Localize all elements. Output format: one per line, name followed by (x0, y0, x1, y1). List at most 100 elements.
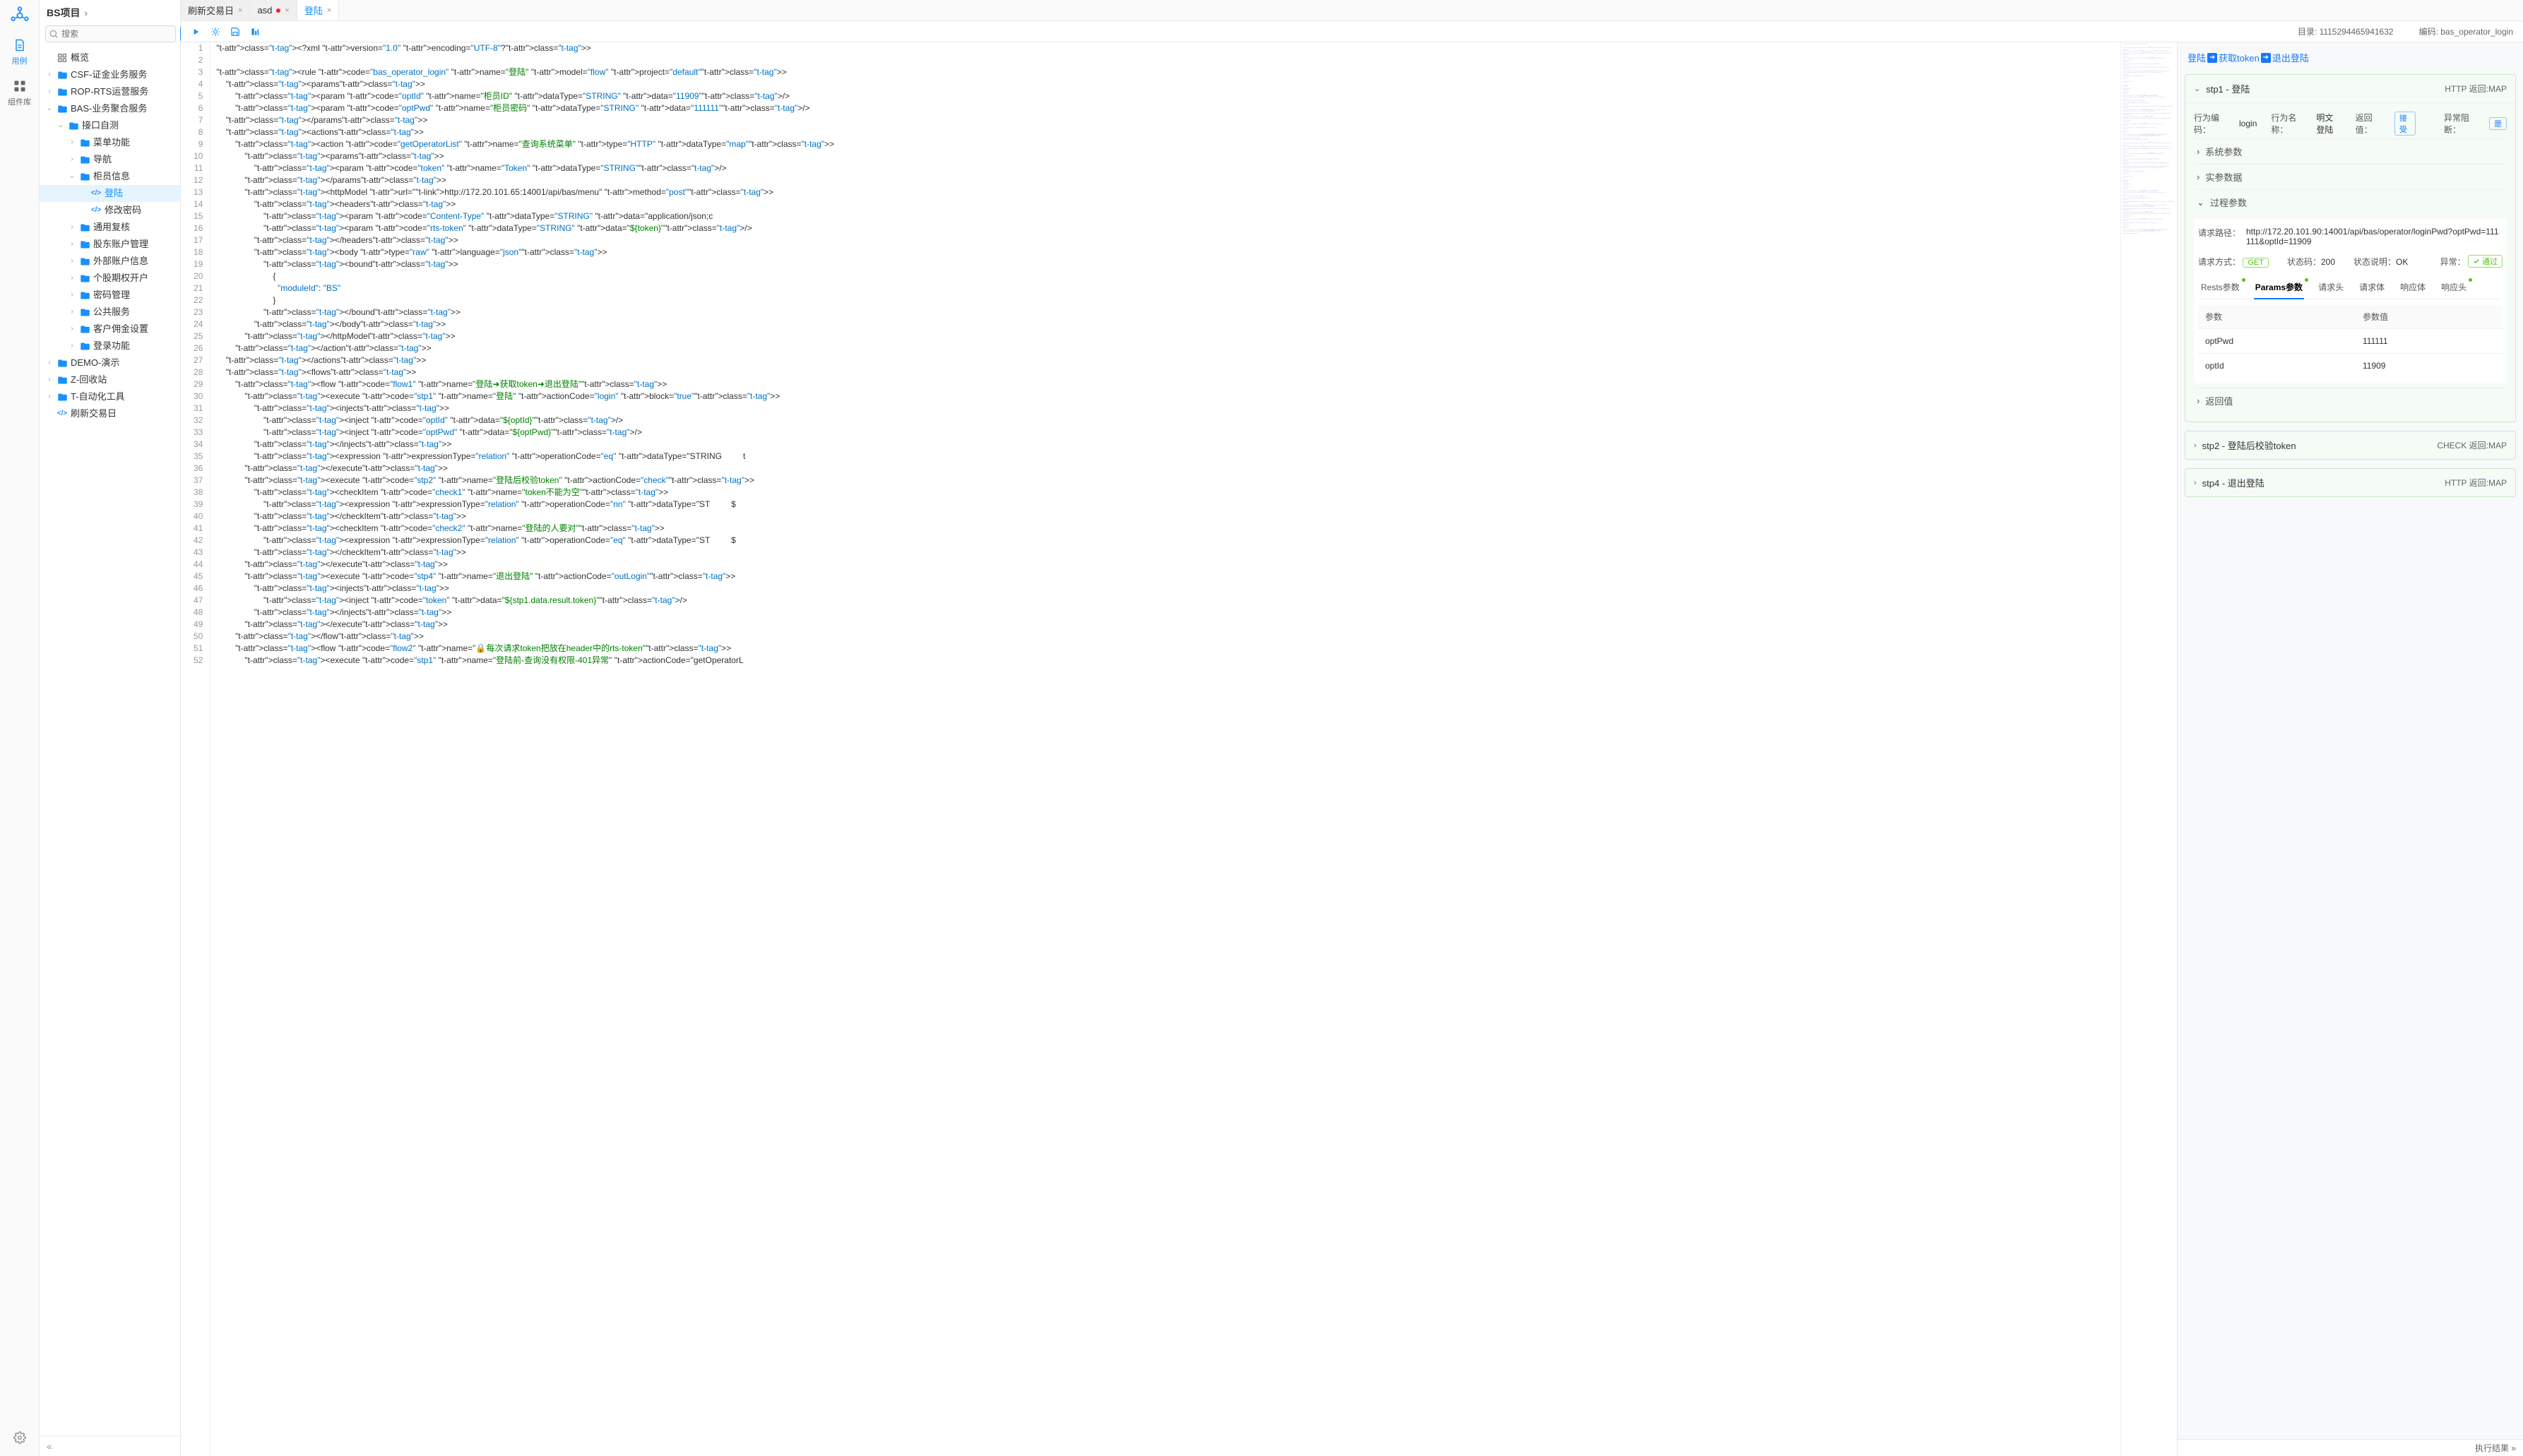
debug-button[interactable] (210, 27, 220, 37)
tree-item[interactable]: ›T-自动化工具 (40, 388, 180, 405)
tree-item[interactable]: ⌄BAS-业务聚合服务 (40, 100, 180, 117)
main: 刷新交易日×asd×登陆× 目录: 1115294465941632 编码: b… (181, 0, 2523, 1456)
run-button[interactable] (191, 27, 201, 37)
tree-label: 刷新交易日 (71, 407, 117, 421)
status-msg: OK (2396, 257, 2408, 267)
code-editor[interactable]: 1234567891011121314151617181920212223242… (181, 42, 2177, 1456)
code-meta: 编码: bas_operator_login (2419, 25, 2513, 37)
folder-icon (79, 273, 90, 284)
folder-icon (79, 256, 90, 267)
tree-item[interactable]: </>刷新交易日 (40, 405, 180, 422)
tree-label: T-自动化工具 (71, 390, 125, 404)
tree-item[interactable]: 概览 (40, 49, 180, 66)
overview-icon (57, 52, 68, 64)
dir-meta: 目录: 1115294465941632 (2298, 25, 2394, 37)
tree-label: BAS-业务聚合服务 (71, 102, 147, 116)
sidebar: BS项目 › 概览›CSF-证金业务服务›ROP-RTS运营服务⌄BAS-业务聚… (40, 0, 181, 1456)
tree-item[interactable]: ›ROP-RTS运营服务 (40, 83, 180, 100)
tree-item[interactable]: ›公共服务 (40, 304, 180, 321)
status-code: 200 (2321, 257, 2335, 267)
tree-item[interactable]: ›通用复核 (40, 219, 180, 236)
project-title[interactable]: BS项目 › (40, 0, 180, 25)
tree-item[interactable]: </>登陆 (40, 185, 180, 202)
folder-icon (79, 306, 90, 318)
nav-tree: 概览›CSF-证金业务服务›ROP-RTS运营服务⌄BAS-业务聚合服务⌄接口自… (40, 47, 180, 1436)
tree-label: 修改密码 (105, 203, 141, 217)
tree-label: 公共服务 (93, 305, 130, 319)
tree-label: 菜单功能 (93, 136, 130, 150)
exception-pill: 通过 (2468, 255, 2503, 268)
sidebar-collapse[interactable]: « (40, 1436, 180, 1456)
tab-res-body[interactable]: 响应体 (2399, 277, 2427, 299)
folder-icon (68, 120, 79, 131)
tree-item[interactable]: ›股东账户管理 (40, 236, 180, 253)
result-footer[interactable]: 执行结果 » (2178, 1439, 2523, 1456)
tree-label: 客户佣金设置 (93, 322, 148, 336)
tab-rests[interactable]: Rests参数 (2200, 277, 2241, 299)
tree-item[interactable]: ›外部账户信息 (40, 253, 180, 270)
step-header-stp4[interactable]: › stp4 - 退出登陆HTTP 返回:MAP (2185, 469, 2515, 496)
folder-icon (79, 239, 90, 250)
code-icon: </> (90, 188, 102, 199)
tree-item[interactable]: ›个股期权开户 (40, 270, 180, 287)
tab-res-header[interactable]: 响应头 (2440, 277, 2468, 299)
tree-label: 接口自测 (82, 119, 119, 133)
tab-req-body[interactable]: 请求体 (2358, 277, 2386, 299)
tree-item[interactable]: ›菜单功能 (40, 134, 180, 151)
tree-item[interactable]: ›DEMO-演示 (40, 354, 180, 371)
folder-icon (57, 357, 68, 369)
left-rail: 用例 组件库 (0, 0, 40, 1456)
tree-item[interactable]: ⌄柜员信息 (40, 168, 180, 185)
proc-params-section[interactable]: ⌄过程参数 (2194, 189, 2507, 215)
rail-use-cases[interactable]: 用例 (12, 38, 28, 66)
tree-item[interactable]: ›导航 (40, 151, 180, 168)
search-input[interactable] (45, 25, 176, 42)
rail-component-lib[interactable]: 组件库 (8, 79, 31, 107)
tab-req-header[interactable]: 请求头 (2317, 277, 2345, 299)
editor-tab[interactable]: 登陆× (297, 0, 339, 20)
tree-item[interactable]: ⌄接口自测 (40, 117, 180, 134)
close-icon[interactable]: × (327, 6, 331, 15)
sys-params-section[interactable]: ›系统参数 (2194, 138, 2507, 164)
folder-icon (57, 391, 68, 402)
table-row: optPwd111111 (2198, 329, 2503, 354)
folder-icon (57, 374, 68, 386)
dirty-icon (276, 8, 280, 13)
code-icon: </> (90, 205, 102, 216)
tree-item[interactable]: </>修改密码 (40, 202, 180, 219)
editor-tab[interactable]: asd× (250, 0, 297, 20)
folder-icon (79, 290, 90, 301)
folder-icon (79, 323, 90, 335)
tree-label: 通用复核 (93, 220, 130, 234)
format-button[interactable] (250, 27, 260, 37)
minimap[interactable]: <?xml version="1.0" encoding="UTF-8"?><r… (2120, 42, 2177, 1456)
step-header-stp1[interactable]: ⌄ stp1 - 登陆 HTTP 返回:MAP (2185, 75, 2515, 102)
folder-icon (79, 222, 90, 233)
step-header-stp2[interactable]: › stp2 - 登陆后校验tokenCHECK 返回:MAP (2185, 431, 2515, 459)
tree-item[interactable]: ›登录功能 (40, 338, 180, 354)
app-logo (10, 6, 30, 25)
tree-item[interactable]: ›密码管理 (40, 287, 180, 304)
real-params-section[interactable]: ›实参数据 (2194, 164, 2507, 189)
close-icon[interactable]: × (285, 6, 289, 15)
table-row: optId11909 (2198, 354, 2503, 378)
tree-item[interactable]: ›CSF-证金业务服务 (40, 66, 180, 83)
tree-label: 个股期权开户 (93, 271, 148, 285)
tab-params[interactable]: Params参数 (2254, 277, 2304, 299)
folder-icon (57, 86, 68, 97)
return-section[interactable]: ›返回值 (2194, 388, 2507, 413)
settings-icon[interactable] (13, 1431, 26, 1446)
tree-item[interactable]: ›客户佣金设置 (40, 321, 180, 338)
chevron-right-icon: › (84, 7, 88, 18)
close-icon[interactable]: × (238, 6, 242, 15)
rail-lib-label: 组件库 (8, 96, 31, 107)
tree-label: 概览 (71, 51, 89, 65)
save-button[interactable] (230, 27, 240, 37)
folder-icon (79, 340, 90, 352)
arrow-icon: ➜ (2261, 53, 2271, 63)
tree-item[interactable]: ›Z-回收站 (40, 371, 180, 388)
editor-tab[interactable]: 刷新交易日× (181, 0, 250, 20)
tree-label: 股东账户管理 (93, 237, 148, 251)
chevron-right-icon: › (2194, 479, 2197, 487)
tree-label: 登录功能 (93, 339, 130, 353)
